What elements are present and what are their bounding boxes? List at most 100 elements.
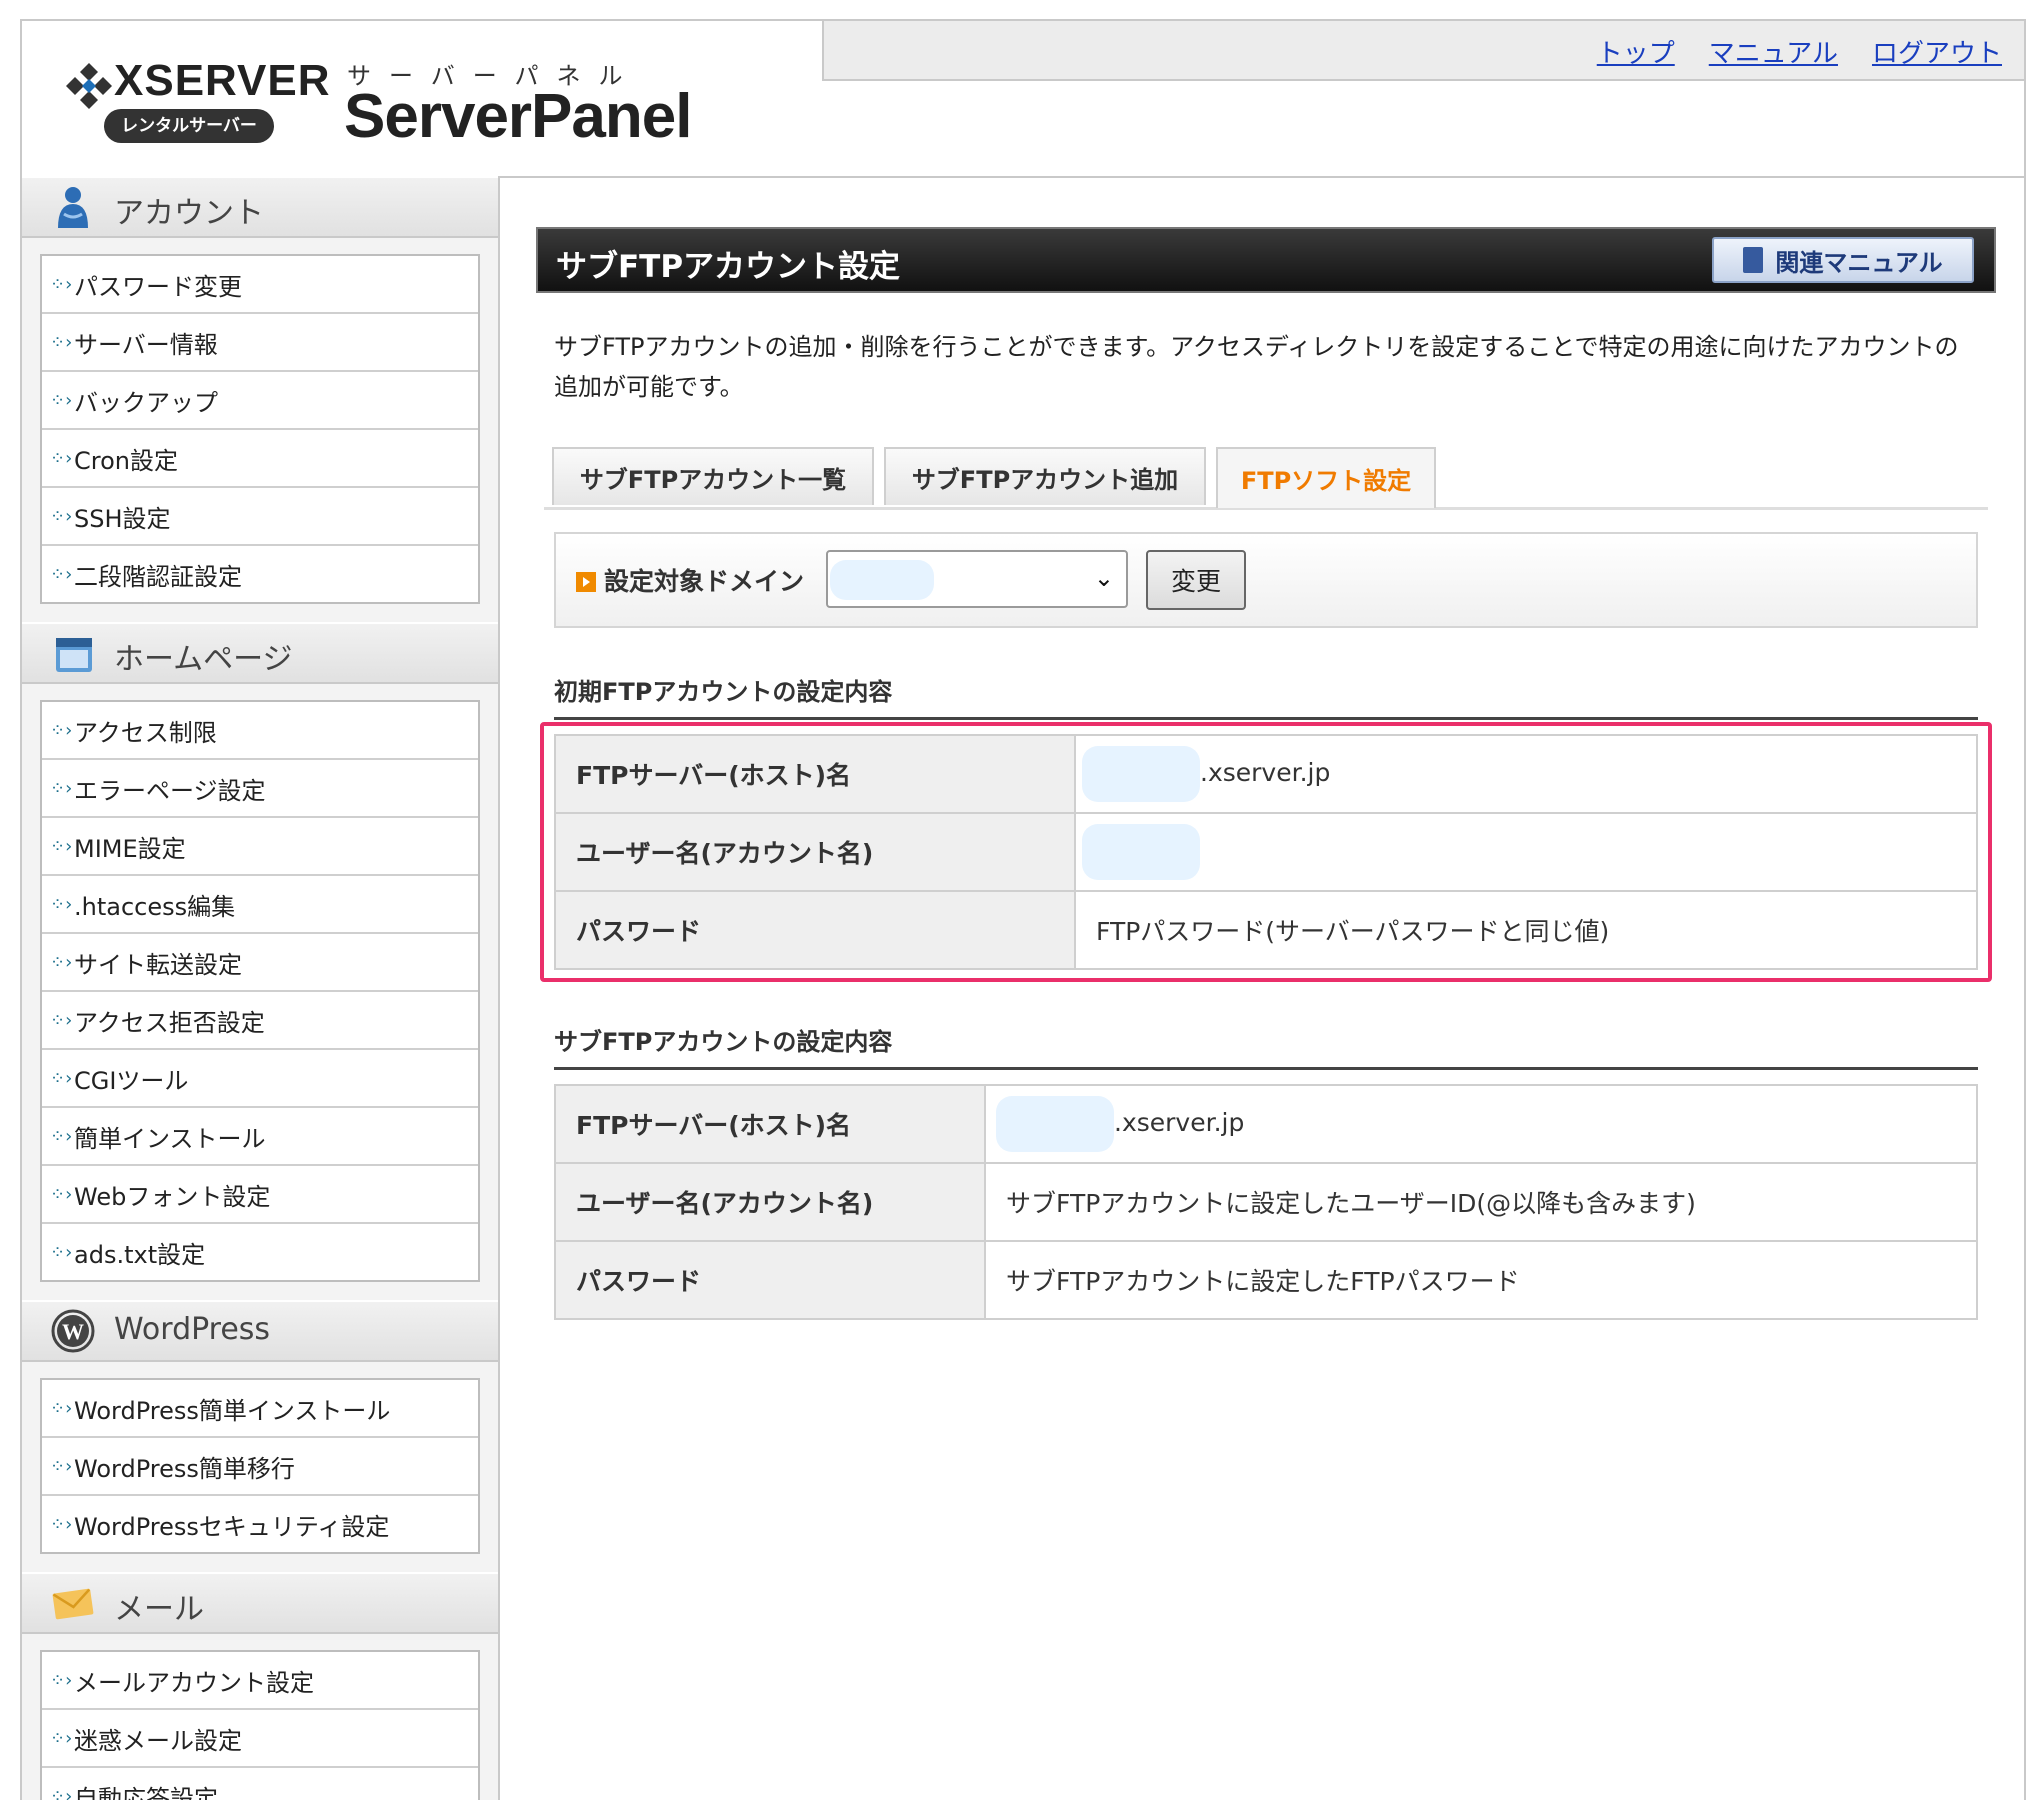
domain-label: 設定対象ドメイン: [604, 567, 805, 596]
initial-ftp-section: FTPサーバー(ホスト)名 .xserver.jp ユーザー名(アカウント名) …: [536, 722, 1996, 982]
host-value-cell: .xserver.jp: [984, 1084, 1978, 1164]
change-button[interactable]: 変更: [1146, 550, 1246, 610]
sidebar-section-title: ホームページ: [114, 642, 293, 677]
product-name: ServerPanel: [344, 82, 692, 151]
sidebar-section-title: メール: [114, 1592, 204, 1627]
sidebar-item-cron[interactable]: ⁘› Cron設定: [42, 430, 478, 488]
sidebar-item-easy-install[interactable]: ⁘› 簡単インストール: [42, 1108, 478, 1166]
arrow-bullet-icon: ⁘›: [50, 1785, 73, 1800]
sidebar-item-access-restriction[interactable]: ⁘› アクセス制限: [42, 702, 478, 760]
sidebar-item-ads-txt[interactable]: ⁘› ads.txt設定: [42, 1224, 478, 1280]
arrow-bullet-icon: ⁘›: [50, 1183, 73, 1205]
arrow-bullet-icon: ⁘›: [50, 1727, 73, 1749]
arrow-bullet-icon: ⁘›: [50, 951, 73, 973]
intro-text: サブFTPアカウントの追加・削除を行うことができます。アクセスディレクトリを設定…: [554, 333, 1959, 401]
sidebar-item-spam[interactable]: ⁘› 迷惑メール設定: [42, 1710, 478, 1768]
sidebar-item-auto-reply[interactable]: ⁘› 自動応答設定: [42, 1768, 478, 1800]
sidebar-item-label: 迷惑メール設定: [74, 1726, 242, 1755]
row-label: FTPサーバー(ホスト)名: [554, 1084, 986, 1164]
arrow-bullet-icon: ⁘›: [50, 1125, 73, 1147]
sidebar-item-label: MIME設定: [74, 834, 186, 863]
sidebar-item-backup[interactable]: ⁘› バックアップ: [42, 372, 478, 430]
username-value: サブFTPアカウントに設定したユーザーID(@以降も含みます): [984, 1162, 1978, 1242]
sidebar-section-title: WordPress: [114, 1312, 271, 1347]
arrow-bullet-icon: ⁘›: [50, 505, 73, 527]
app-window: XSERVER レンタルサーバー サーバーパネル ServerPanel トップ…: [20, 19, 2026, 1800]
redacted-domain: [830, 560, 934, 600]
sidebar: アカウント ⁘› パスワード変更 ⁘› サーバー情報 ⁘› バックアップ ⁘› Cron…: [22, 176, 500, 1800]
sidebar-item-wp-security[interactable]: ⁘› WordPressセキュリティ設定: [42, 1496, 478, 1552]
sidebar-item-password-change[interactable]: ⁘› パスワード変更: [42, 256, 478, 314]
sidebar-item-ssh[interactable]: ⁘› SSH設定: [42, 488, 478, 546]
sidebar-item-server-info[interactable]: ⁘› サーバー情報: [42, 314, 478, 372]
mail-icon: [52, 1588, 94, 1620]
arrow-bullet-icon: ⁘›: [50, 1669, 73, 1691]
tab-sub-ftp-add[interactable]: サブFTPアカウント追加: [884, 447, 1206, 505]
sidebar-item-label: 自動応答設定: [74, 1784, 218, 1800]
arrow-bullet-icon: ⁘›: [50, 719, 73, 741]
sidebar-item-site-redirect[interactable]: ⁘› サイト転送設定: [42, 934, 478, 992]
sidebar-section-homepage: ホームページ: [22, 622, 498, 684]
tab-ftp-software-settings[interactable]: FTPソフト設定: [1216, 447, 1436, 508]
sub-ftp-table: FTPサーバー(ホスト)名 .xserver.jp ユーザー名(アカウント名) …: [554, 1084, 1978, 1320]
arrow-bullet-icon: ⁘›: [50, 331, 73, 353]
svg-text:W: W: [62, 1319, 84, 1344]
sidebar-item-label: アクセス制限: [74, 718, 217, 747]
domain-select[interactable]: ⌄: [826, 550, 1128, 608]
homepage-icon: [56, 638, 92, 672]
sidebar-section-wordpress: W WordPress: [22, 1300, 498, 1362]
sidebar-item-mail-accounts[interactable]: ⁘› メールアカウント設定: [42, 1652, 478, 1710]
redacted-host: [996, 1096, 1114, 1152]
table-row: FTPサーバー(ホスト)名 .xserver.jp: [554, 1084, 1978, 1164]
password-value: サブFTPアカウントに設定したFTPパスワード: [984, 1240, 1978, 1320]
sidebar-item-cgi-tools[interactable]: ⁘› CGIツール: [42, 1050, 478, 1108]
sidebar-item-label: ads.txt設定: [74, 1240, 206, 1269]
sidebar-item-label: バックアップ: [74, 388, 218, 417]
sidebar-item-web-font[interactable]: ⁘› Webフォント設定: [42, 1166, 478, 1224]
brand-badge: レンタルサーバー: [104, 109, 274, 143]
sidebar-item-label: Cron設定: [74, 446, 178, 475]
arrow-bullet-icon: ⁘›: [50, 1455, 73, 1477]
sidebar-item-label: WordPress簡単移行: [74, 1454, 295, 1483]
wordpress-icon: W: [51, 1309, 95, 1353]
table-row: パスワード サブFTPアカウントに設定したFTPパスワード: [554, 1240, 1978, 1320]
play-arrow-icon: [576, 572, 596, 592]
arrow-bullet-icon: ⁘›: [50, 447, 73, 469]
main-content: サブFTPアカウント設定 関連マニュアル サブFTPアカウントの追加・削除を行う…: [536, 227, 1996, 1320]
sidebar-list-mail: ⁘› メールアカウント設定 ⁘› 迷惑メール設定 ⁘› 自動応答設定: [40, 1650, 480, 1800]
arrow-bullet-icon: ⁘›: [50, 777, 73, 799]
sidebar-item-label: .htaccess編集: [74, 892, 236, 921]
sidebar-item-error-page[interactable]: ⁘› エラーページ設定: [42, 760, 478, 818]
page-title-bar: サブFTPアカウント設定 関連マニュアル: [536, 227, 1996, 293]
tab-sub-ftp-list[interactable]: サブFTPアカウント一覧: [552, 447, 874, 505]
sidebar-section-mail: メール: [22, 1572, 498, 1634]
sidebar-item-label: Webフォント設定: [74, 1182, 271, 1211]
sidebar-list-account: ⁘› パスワード変更 ⁘› サーバー情報 ⁘› バックアップ ⁘› Cron設定 ⁘› S…: [40, 254, 480, 604]
sidebar-item-label: WordPress簡単インストール: [74, 1396, 391, 1425]
highlight-box: [540, 722, 1992, 982]
sidebar-list-wordpress: ⁘› WordPress簡単インストール ⁘› WordPress簡単移行 ⁘› Wo…: [40, 1378, 480, 1554]
nav-top-link[interactable]: トップ: [1597, 33, 1675, 70]
sidebar-item-mime[interactable]: ⁘› MIME設定: [42, 818, 478, 876]
top-nav: トップ マニュアル ログアウト: [1597, 33, 2002, 70]
sidebar-item-label: 二段階認証設定: [74, 562, 242, 591]
sidebar-item-label: サイト転送設定: [74, 950, 242, 979]
sidebar-item-htaccess[interactable]: ⁘› .htaccess編集: [42, 876, 478, 934]
tab-bar: サブFTPアカウント一覧 サブFTPアカウント追加 FTPソフト設定: [544, 447, 1988, 510]
sidebar-item-wp-migration[interactable]: ⁘› WordPress簡単移行: [42, 1438, 478, 1496]
sidebar-item-access-deny[interactable]: ⁘› アクセス拒否設定: [42, 992, 478, 1050]
brand-name: XSERVER: [114, 56, 331, 105]
header: XSERVER レンタルサーバー サーバーパネル ServerPanel トップ…: [22, 21, 2024, 178]
row-label: ユーザー名(アカウント名): [554, 1162, 986, 1242]
page-title: サブFTPアカウント設定: [556, 249, 901, 285]
related-manual-button[interactable]: 関連マニュアル: [1712, 237, 1974, 283]
nav-manual-link[interactable]: マニュアル: [1709, 33, 1838, 70]
sidebar-list-homepage: ⁘› アクセス制限 ⁘› エラーページ設定 ⁘› MIME設定 ⁘› .htaccess…: [40, 700, 480, 1282]
sidebar-item-wp-easy-install[interactable]: ⁘› WordPress簡単インストール: [42, 1380, 478, 1438]
sidebar-item-2fa[interactable]: ⁘› 二段階認証設定: [42, 546, 478, 602]
arrow-bullet-icon: ⁘›: [50, 563, 73, 585]
sidebar-item-label: サーバー情報: [74, 330, 218, 359]
sub-ftp-heading: サブFTPアカウントの設定内容: [554, 1022, 1978, 1070]
nav-logout-link[interactable]: ログアウト: [1872, 33, 2002, 70]
related-manual-label: 関連マニュアル: [1775, 248, 1943, 277]
